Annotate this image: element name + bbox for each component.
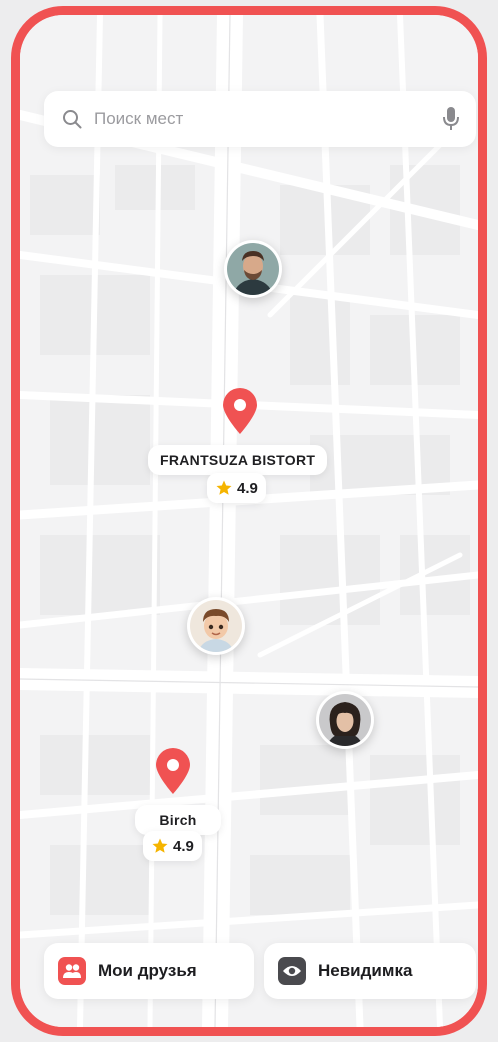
my-friends-label: Мои друзья (98, 961, 197, 980)
star-icon (216, 480, 232, 495)
invisible-mode-button[interactable]: Невидимка (264, 943, 476, 999)
man-beard-avatar-icon (227, 243, 279, 295)
friend-avatar[interactable] (187, 597, 245, 655)
place-pin-icon[interactable] (220, 388, 260, 436)
place-pin-icon[interactable] (153, 748, 193, 796)
microphone-icon[interactable] (442, 106, 460, 132)
place-name-label[interactable]: FRANTSUZA BISTORT (148, 445, 328, 475)
cartoon-boy-avatar-icon (190, 600, 242, 652)
friend-avatar[interactable] (316, 691, 374, 749)
eye-icon (278, 957, 306, 985)
star-icon (152, 838, 168, 853)
place-rating-badge: 4.9 (207, 473, 266, 503)
curly-hair-man-avatar-icon (319, 694, 371, 746)
search-icon (63, 110, 82, 129)
search-bar[interactable]: Поиск мест (44, 91, 476, 147)
map-background[interactable] (20, 15, 478, 1027)
search-input[interactable]: Поиск мест (94, 109, 442, 129)
my-friends-button[interactable]: Мои друзья (44, 943, 254, 999)
place-rating-badge: 4.9 (143, 831, 202, 861)
friends-icon (58, 957, 86, 985)
rating-value: 4.9 (237, 479, 258, 497)
invisible-mode-label: Невидимка (318, 961, 413, 980)
phone-frame: Поиск мест FRANTSUZA BISTORT 4.9 Birch 4… (11, 6, 487, 1036)
friend-avatar[interactable] (224, 240, 282, 298)
rating-value: 4.9 (173, 837, 194, 855)
